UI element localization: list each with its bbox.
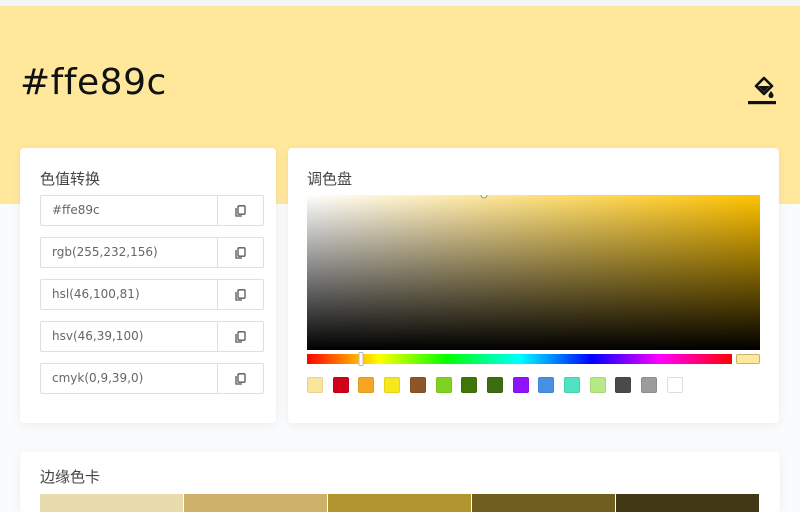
converter-title: 色值转换 (40, 170, 101, 188)
preset-swatch[interactable] (435, 377, 452, 393)
preset-swatch[interactable] (332, 377, 349, 393)
preset-swatch[interactable] (589, 377, 606, 393)
preset-swatch[interactable] (384, 377, 401, 393)
edge-card-title: 边缘色卡 (40, 468, 101, 486)
cmyk-value[interactable]: cmyk(0,9,39,0) (41, 364, 218, 393)
preset-swatch[interactable] (461, 377, 478, 393)
copy-hsl-button[interactable] (218, 280, 263, 309)
rgb-value[interactable]: rgb(255,232,156) (41, 238, 218, 267)
edge-color-swatch[interactable] (184, 494, 327, 512)
hsl-value-row: hsl(46,100,81) (40, 279, 264, 310)
copy-icon (235, 288, 246, 301)
preset-swatch[interactable] (538, 377, 555, 393)
cmyk-value-row: cmyk(0,9,39,0) (40, 363, 264, 394)
copy-hex-button[interactable] (218, 196, 263, 225)
hsv-value-row: hsv(46,39,100) (40, 321, 264, 352)
hex-value[interactable]: #ffe89c (41, 196, 218, 225)
edge-color-swatch[interactable] (472, 494, 615, 512)
copy-icon (235, 246, 246, 259)
edge-color-strip (40, 494, 760, 512)
preset-swatch[interactable] (307, 377, 323, 393)
color-palette-card: 调色盘 (288, 148, 779, 423)
preset-swatch[interactable] (564, 377, 580, 393)
preset-swatch[interactable] (358, 377, 375, 393)
picker-black-gradient (307, 195, 760, 350)
copy-rgb-button[interactable] (218, 238, 263, 267)
rgb-value-row: rgb(255,232,156) (40, 237, 264, 268)
preset-swatch[interactable] (512, 377, 529, 393)
preset-swatch[interactable] (486, 377, 503, 393)
hsv-value[interactable]: hsv(46,39,100) (41, 322, 218, 351)
copy-icon (235, 330, 246, 343)
edge-color-swatch[interactable] (40, 494, 183, 512)
hex-value-row: #ffe89c (40, 195, 264, 226)
edge-color-swatch[interactable] (616, 494, 759, 512)
preset-swatch[interactable] (409, 377, 426, 393)
copy-hsv-button[interactable] (218, 322, 263, 351)
current-color-swatch (736, 354, 760, 364)
hue-slider[interactable] (307, 352, 732, 366)
palette-title: 调色盘 (307, 170, 353, 188)
fill-bucket-icon[interactable] (746, 72, 778, 106)
preset-swatch[interactable] (615, 377, 632, 393)
hex-title: #ffe89c (20, 62, 167, 103)
preset-swatch[interactable] (666, 377, 683, 393)
copy-icon (235, 372, 246, 385)
saturation-brightness-picker[interactable] (307, 195, 760, 350)
color-converter-card: 色值转换 #ffe89c rgb(255,232,156) hsl(46,100… (20, 148, 276, 423)
edge-color-swatch[interactable] (328, 494, 471, 512)
hue-slider-thumb[interactable] (358, 352, 364, 366)
copy-icon (235, 204, 246, 217)
preset-swatch[interactable] (641, 377, 658, 393)
copy-cmyk-button[interactable] (218, 364, 263, 393)
hsl-value[interactable]: hsl(46,100,81) (41, 280, 218, 309)
edge-color-card: 边缘色卡 (20, 452, 780, 512)
